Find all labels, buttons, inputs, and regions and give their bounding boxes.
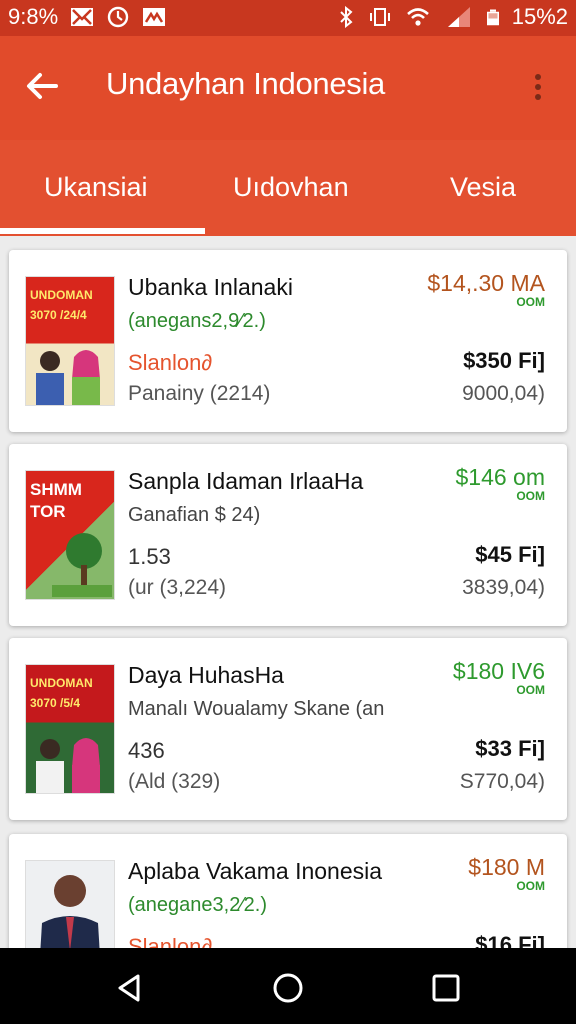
vibrate-icon (369, 8, 390, 26)
item-detail: (Ald (329) (128, 770, 221, 793)
item-value: $16 Fi] (475, 932, 545, 948)
wifi-icon (406, 8, 429, 26)
mail-icon (71, 8, 94, 26)
item-title: Ubanka Inlanaki (128, 274, 293, 300)
status-time: 9:8% (8, 4, 59, 29)
list-item[interactable]: Aplaba Vakama Inonesia (anegane3,2⁄2.) S… (9, 834, 567, 948)
item-subtitle: Ganafian $ 24) (128, 504, 261, 526)
battery-icon (486, 9, 499, 26)
tree-photo-icon (52, 533, 112, 597)
item-value-secondary: S770,04) (459, 770, 545, 793)
tab-uidovhan[interactable]: Uıdovhan (233, 172, 349, 203)
person-photo-icon (40, 875, 100, 948)
page-title: Undayhan Indonesia (106, 66, 385, 101)
item-value-secondary: 9000,04) (462, 382, 545, 405)
circle-home-icon[interactable] (268, 968, 308, 1008)
gallery-icon (143, 8, 166, 26)
list-item[interactable]: UNDOMAN 3070 /5/4 Daya HuhasHa Manalı Wo… (9, 638, 567, 820)
item-title: Aplaba Vakama Inonesia (128, 858, 383, 884)
thumbnail-text: SHMM TOR (30, 480, 82, 521)
item-tag: Slanlon∂ (128, 934, 213, 948)
tab-vesia[interactable]: Vesia (450, 172, 516, 203)
bluetooth-icon (340, 6, 353, 28)
people-photo-icon (36, 738, 100, 793)
item-value: $33 Fi] (475, 736, 545, 761)
battery-percent: 15%2 (511, 4, 568, 29)
item-detail: (ur (3,224) (128, 576, 227, 599)
thumbnail-text: UNDOMAN 3070 /24/4 (30, 288, 93, 322)
item-title: Daya HuhasHa (128, 662, 284, 688)
app-toolbar: Undayhan Indonesia (0, 36, 576, 140)
status-bar: 9:8% 15%2 (0, 0, 576, 36)
selected-tab-indicator (0, 228, 205, 234)
square-recents-icon[interactable] (426, 968, 466, 1008)
item-subtitle: Manalı Woualamy Skane (an (128, 698, 385, 720)
item-price: $146 om OOM (455, 464, 545, 503)
tab-bar: Ukansiai Uıdovhan Vesia (0, 140, 576, 236)
thumbnail-text: UNDOMAN 3070 /5/4 (30, 676, 93, 710)
item-price: $180 M OOM (468, 854, 545, 893)
listing-list: UNDOMAN 3070 /24/4 Ubanka Inlanaki (aneg… (0, 236, 576, 948)
item-price: $14,.30 MA OOM (427, 270, 545, 309)
item-subtitle: (anegane3,2⁄2.) (128, 894, 268, 916)
list-item[interactable]: UNDOMAN 3070 /24/4 Ubanka Inlanaki (aneg… (9, 250, 567, 432)
item-thumbnail: UNDOMAN 3070 /5/4 (25, 664, 115, 794)
list-item[interactable]: SHMM TOR Sanpla Idaman IrlaaHa Ganafian … (9, 444, 567, 626)
tab-ukansiai[interactable]: Ukansiai (44, 172, 148, 203)
item-detail: Panainy (2214) (128, 382, 271, 405)
item-tag: 436 (128, 738, 165, 763)
item-title: Sanpla Idaman IrlaaHa (128, 468, 364, 494)
item-price: $180 IV6 OOM (452, 658, 545, 697)
item-thumbnail: SHMM TOR (25, 470, 115, 600)
item-subtitle: (anegans2,9⁄2.) (128, 310, 266, 332)
item-thumbnail: UNDOMAN 3070 /24/4 (25, 276, 115, 406)
triangle-back-icon[interactable] (110, 968, 150, 1008)
more-vert-icon[interactable] (526, 70, 550, 106)
arrow-left-icon[interactable] (22, 66, 62, 106)
clock-icon (107, 6, 129, 28)
item-tag: 1.53 (128, 544, 171, 569)
item-value: $45 Fi] (475, 542, 545, 567)
people-photo-icon (36, 350, 100, 405)
system-nav-bar (0, 948, 576, 1024)
signal-icon (447, 7, 470, 27)
item-thumbnail (25, 860, 115, 948)
item-value-secondary: 3839,04) (462, 576, 545, 599)
item-value: $350 Fi] (463, 348, 545, 373)
item-tag: Slanlon∂ (128, 350, 213, 375)
